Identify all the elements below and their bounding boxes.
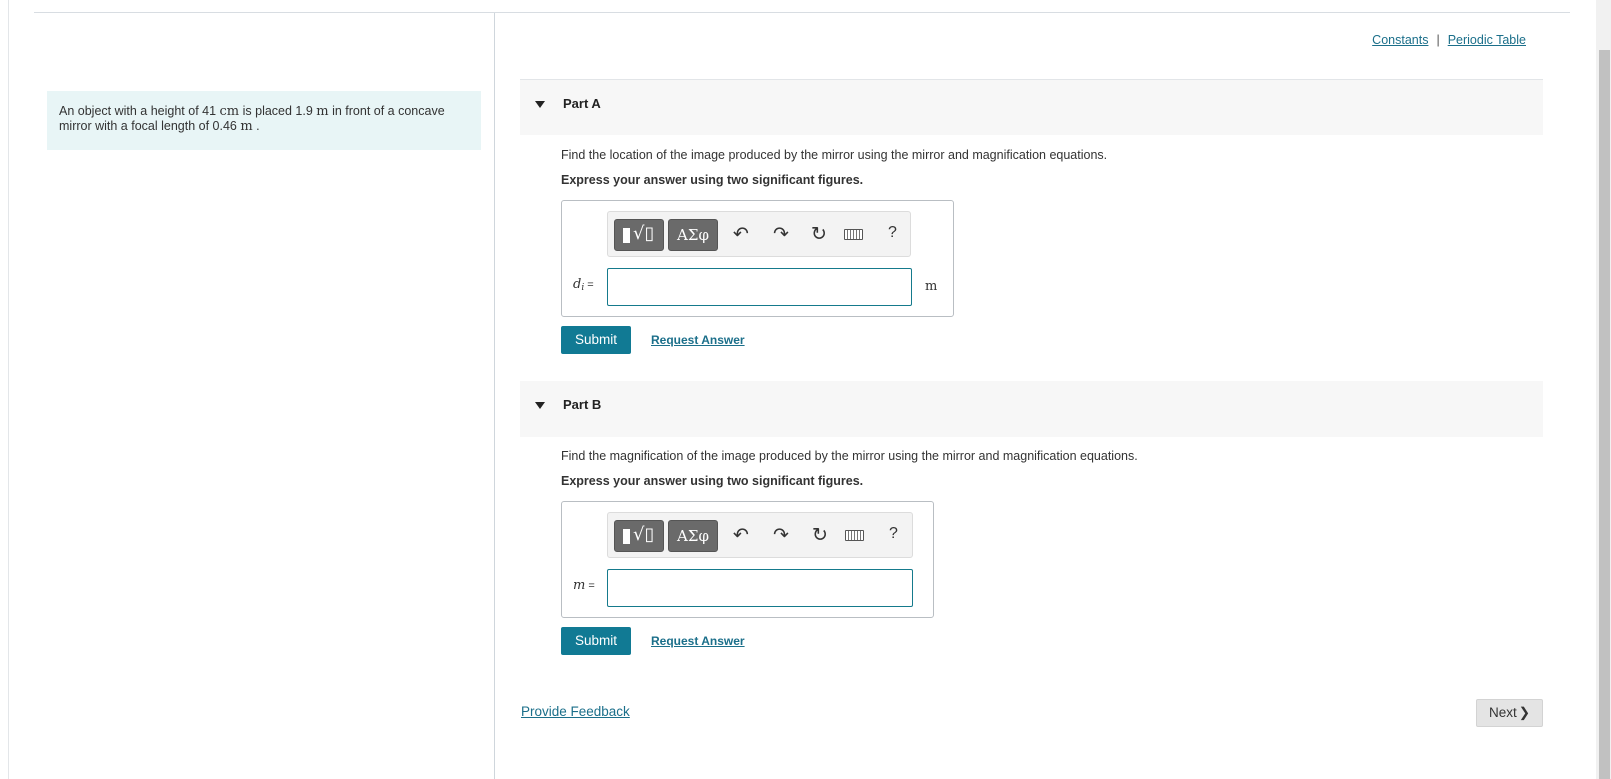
help-icon[interactable]: ? (888, 224, 897, 242)
caret-down-icon[interactable] (535, 402, 545, 409)
scrollbar-thumb[interactable] (1599, 50, 1610, 779)
link-separator: | (1436, 33, 1440, 47)
reset-icon[interactable]: ↻ (812, 525, 828, 545)
part-a-answer-input[interactable] (607, 268, 912, 306)
part-b-answer-input[interactable] (607, 569, 913, 607)
greek-icon[interactable]: ΑΣφ (668, 219, 718, 251)
problem-unit: m (240, 119, 253, 134)
part-a-math-toolbar: √▯ ΑΣφ ↶ ↷ ↻ ? (607, 211, 911, 257)
next-label: Next (1488, 705, 1517, 720)
redo-icon[interactable]: ↷ (773, 224, 789, 244)
undo-icon[interactable]: ↶ (733, 525, 749, 545)
top-rule (34, 12, 1570, 13)
caret-down-icon[interactable] (535, 101, 545, 108)
keyboard-icon[interactable] (844, 229, 863, 240)
part-a-unit: m (925, 279, 938, 294)
part-b-answer-box: √▯ ΑΣφ ↶ ↷ ↻ ? m = (561, 501, 934, 618)
part-b-title: Part B (563, 397, 602, 412)
problem-text: An object with a height of 41 (59, 104, 220, 118)
part-a-instruction: Find the location of the image produced … (561, 148, 1108, 162)
part-b-instruction: Find the magnification of the image prod… (561, 449, 1138, 463)
part-b-request-answer-link[interactable]: Request Answer (651, 634, 745, 648)
redo-icon[interactable]: ↷ (773, 525, 789, 545)
part-b-variable-label: m = (573, 578, 595, 593)
part-a-emphasis: Express your answer using two significan… (561, 173, 864, 187)
part-a-variable-label: di = (573, 277, 594, 293)
top-links: Constants | Periodic Table (1372, 33, 1526, 47)
problem-text: is placed 1.9 (239, 104, 317, 118)
part-a-title: Part A (563, 96, 601, 111)
problem-statement: An object with a height of 41 cm is plac… (47, 91, 481, 150)
part-a-header[interactable]: Part A (520, 79, 1543, 135)
template-icon[interactable]: √▯ (614, 520, 664, 552)
template-icon[interactable]: √▯ (614, 219, 664, 251)
reset-icon[interactable]: ↻ (811, 224, 827, 244)
chevron-right-icon: ❯ (1518, 705, 1531, 720)
part-a-submit-button[interactable]: Submit (561, 326, 631, 354)
next-button[interactable]: Next ❯ (1476, 699, 1543, 727)
undo-icon[interactable]: ↶ (733, 224, 749, 244)
greek-icon[interactable]: ΑΣφ (668, 520, 718, 552)
periodic-table-link[interactable]: Periodic Table (1448, 33, 1526, 47)
part-b-header[interactable]: Part B (520, 381, 1543, 437)
part-b-math-toolbar: √▯ ΑΣφ ↶ ↷ ↻ ? (607, 512, 913, 558)
constants-link[interactable]: Constants (1372, 33, 1428, 47)
problem-unit: cm (219, 104, 240, 119)
provide-feedback-link[interactable]: Provide Feedback (521, 704, 630, 719)
part-b-emphasis: Express your answer using two significan… (561, 474, 864, 488)
keyboard-icon[interactable] (845, 530, 864, 541)
part-a-request-answer-link[interactable]: Request Answer (651, 333, 745, 347)
part-a-answer-box: √▯ ΑΣφ ↶ ↷ ↻ ? di = m (561, 200, 954, 317)
column-divider (494, 13, 495, 779)
left-edge-line (8, 0, 9, 779)
problem-unit: m (316, 104, 329, 119)
help-icon[interactable]: ? (889, 525, 898, 543)
problem-text: . (252, 119, 260, 133)
part-b-submit-button[interactable]: Submit (561, 627, 631, 655)
